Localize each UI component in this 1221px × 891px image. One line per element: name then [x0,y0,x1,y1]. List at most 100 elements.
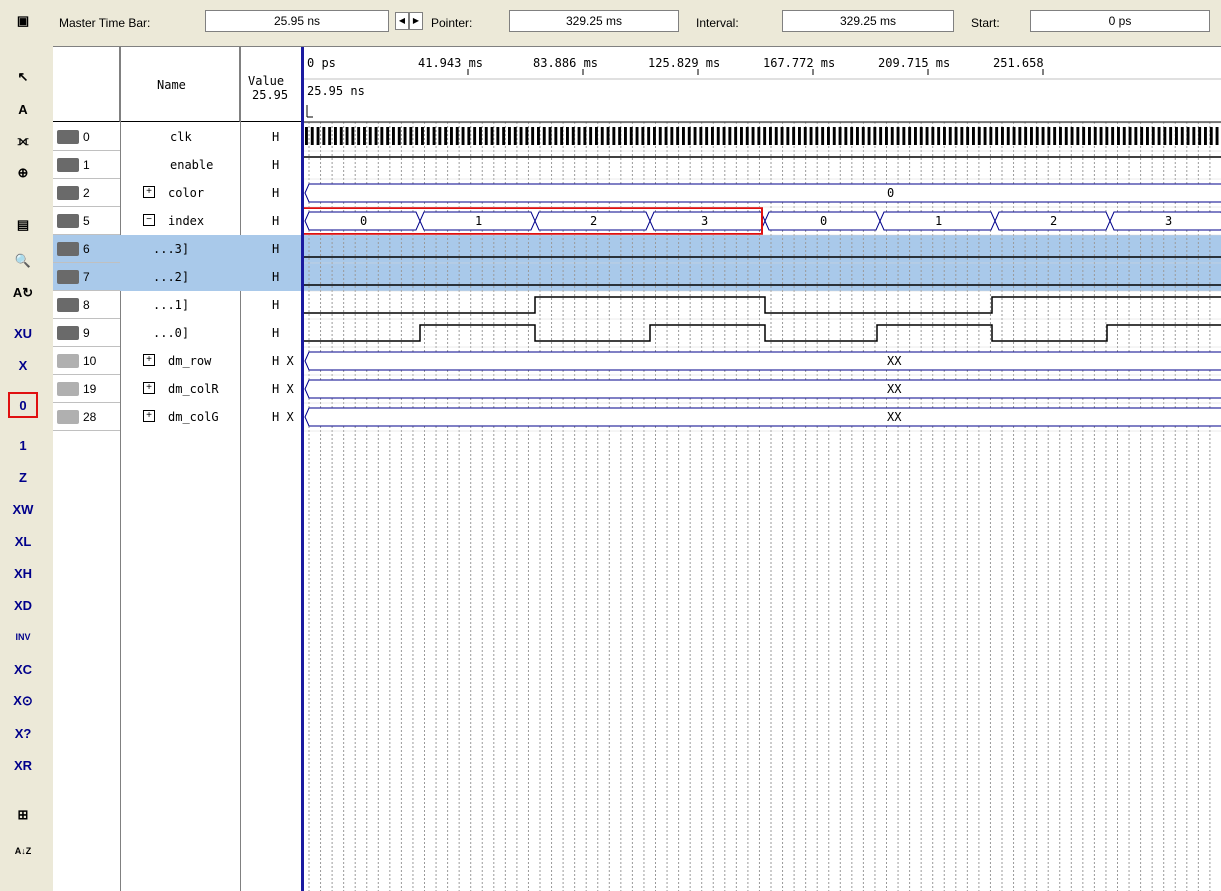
unknown-icon[interactable]: X [8,352,38,378]
clk-pulse [612,127,616,145]
fullscreen-icon[interactable]: ▤ [8,212,38,238]
clk-pulse [763,127,767,145]
find-icon[interactable]: 🔍 [8,248,38,274]
signal-index: 9 [83,326,90,340]
clk-pulse [832,127,836,145]
pointer-field[interactable]: 329.25 ms [509,10,679,32]
clk-pulse [450,127,453,145]
expand-icon[interactable]: + [143,382,155,394]
clk-pulse [415,127,419,145]
clk-pulse [1169,127,1173,145]
signal-name: ...0] [153,326,190,340]
uninitialized-icon[interactable]: XU [8,320,38,346]
clk-pulse [345,127,349,145]
signal-row-3[interactable]: 6 ...3] H [53,235,303,263]
signal-row-0[interactable]: 9 ...0] H [53,319,303,347]
start-field[interactable]: 0 ps [1030,10,1210,32]
scroll-left-icon[interactable]: ◀ [395,12,409,30]
scroll-right-icon[interactable]: ▶ [409,12,423,30]
signal-row-dm_colR[interactable]: 19 dm_colR + H X [53,375,303,403]
expand-icon[interactable]: + [143,186,155,198]
clk-pulse [856,127,859,145]
clk-pulse [392,127,395,145]
dm-colg-bus-value-label: XX [887,410,902,424]
clock-value-icon[interactable]: X⊙ [8,688,38,714]
clk-pulse [409,127,413,145]
random-values-icon[interactable]: XR [8,752,38,778]
clk-pulse [757,127,761,145]
clk-pulse [618,127,622,145]
weak-high-icon[interactable]: XH [8,560,38,586]
clk-pulse [1111,127,1115,145]
clk-pulse [566,127,569,145]
clk-pulse [571,127,575,145]
name-column-header[interactable]: Name [120,47,240,122]
time-tick-label: 209.715 ms [878,56,950,70]
weak-low-icon[interactable]: XL [8,528,38,554]
signal-name: index [168,214,205,228]
high-impedance-icon[interactable]: Z [8,464,38,490]
pointer-icon[interactable]: ↖ [8,64,38,90]
index-bus-value-label: 1 [475,214,482,228]
signal-row-color[interactable]: 2 color + H [53,179,303,207]
time-marker-label: 25.95 ns [307,84,365,98]
interval-field[interactable]: 329.25 ms [782,10,954,32]
time-tick-label: 83.886 ms [533,56,598,70]
signal-row-clk[interactable]: 0 clk H [53,123,303,151]
clk-pulse [734,127,738,145]
expand-icon[interactable]: + [143,354,155,366]
zoom-icon[interactable]: ⊕ [8,160,38,186]
clk-pulse [374,127,378,145]
arbitrary-value-icon[interactable]: X? [8,720,38,746]
clk-pulse [1024,127,1028,145]
signal-value: H [272,158,280,172]
clk-pulse [316,127,320,145]
signal-row-dm_colG[interactable]: 28 dm_colG + H X [53,403,303,431]
forcing-high-icon[interactable]: 1 [8,432,38,458]
signal-number: 1 [57,151,117,179]
clk-pulse [711,127,714,145]
value-column-header[interactable]: Value 25.95 [240,47,303,122]
signal-row-enable[interactable]: 1 enable H [53,151,303,179]
text-tool-icon[interactable]: A [8,96,38,122]
collapse-icon[interactable]: − [143,214,155,226]
signal-number: 9 [57,319,117,347]
clk-pulse [821,127,825,145]
forcing-low-icon[interactable]: 0 [8,392,38,418]
signal-row-1[interactable]: 8 ...1] H [53,291,303,319]
master-time-marker[interactable] [301,47,304,891]
clk-pulse [1146,127,1149,145]
input-pin-icon [57,270,79,284]
invert-icon[interactable]: INV [8,624,38,650]
clk-pulse [850,127,854,145]
clk-pulse [722,127,726,145]
clk-pulse [467,127,471,145]
signal-name: ...3] [153,242,190,256]
weak-unknown-icon[interactable]: XW [8,496,38,522]
window-icon[interactable]: ▣ [8,8,38,34]
time-tick-label: 0 ps [307,56,336,70]
signal-row-index[interactable]: 5 index − H [53,207,303,235]
signal-row-2[interactable]: 7 ...2] H [53,263,303,291]
sort-icon[interactable]: A↓Z [8,838,38,864]
snap-to-grid-icon[interactable]: ⊞ [8,802,38,828]
waveform-area[interactable]: 0 ps 41.943 ms 83.886 ms 125.829 ms 167.772 … [303,47,1221,891]
replace-icon[interactable]: A↻ [8,280,38,306]
clk-pulse [1001,127,1004,145]
master-time-scroll[interactable]: ◀ ▶ [395,12,423,30]
clk-pulse [937,127,941,145]
clk-pulse [803,127,807,145]
master-time-bar-field[interactable]: 25.95 ns [205,10,389,32]
clk-pulse [438,127,442,145]
signal-name: dm_colR [168,382,219,396]
clk-pulse [780,127,784,145]
signal-row-dm_row[interactable]: 10 dm_row + H X [53,347,303,375]
expand-icon[interactable]: + [143,410,155,422]
waveform-editing-icon[interactable]: ⟗ [8,128,38,154]
clk-pulse [1128,127,1132,145]
dont-care-icon[interactable]: XD [8,592,38,618]
clk-pulse [1012,127,1016,145]
clk-pulse [670,127,674,145]
count-value-icon[interactable]: XC [8,656,38,682]
clk-pulse [444,127,448,145]
